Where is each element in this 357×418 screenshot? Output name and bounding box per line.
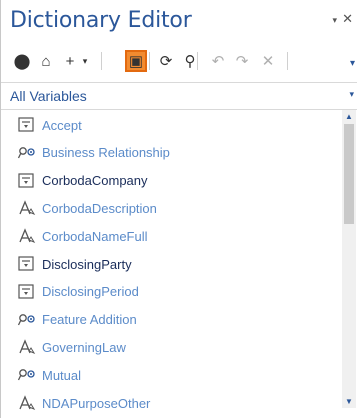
list-item-label: Accept xyxy=(42,117,82,133)
list-item-label: Mutual xyxy=(42,367,82,383)
list-item-label: CorbodaDescription xyxy=(42,200,157,216)
pane-options-icon[interactable]: ▾ xyxy=(332,15,337,26)
pane-titlebar: Dictionary Editor ▾ ✕ xyxy=(1,0,357,46)
toolbar-overflow-icon[interactable]: ▾ xyxy=(350,58,355,69)
list-item[interactable]: CorbodaCompany xyxy=(16,170,148,192)
list-item-label: DisclosingPeriod xyxy=(42,284,139,300)
variable-list: Accept Business Relationship CorbodaCompan… xyxy=(1,110,341,418)
variable-filter-value: All Variables xyxy=(10,88,87,104)
list-item-label: CorbodaNameFull xyxy=(42,228,148,244)
toolbar: ⬤ ⌂ + ▾ ▣ ⟳ ⚲ ↶ ↷ ✕ xyxy=(9,48,349,74)
list-item[interactable]: CorbodaNameFull xyxy=(16,225,148,247)
list-item[interactable]: CorbodaDescription xyxy=(16,197,157,219)
close-icon[interactable]: ✕ xyxy=(342,11,353,27)
choice-variable-icon xyxy=(16,282,38,302)
redo-icon[interactable]: ↷ xyxy=(231,50,253,72)
chevron-down-icon[interactable]: ▾ xyxy=(349,89,354,100)
list-item[interactable]: Business Relationship xyxy=(16,142,170,164)
list-item[interactable]: GoverningLaw xyxy=(16,336,126,358)
list-item-label: CorbodaCompany xyxy=(42,173,148,189)
toolbar-separator xyxy=(197,52,198,70)
add-dropdown-icon[interactable]: ▾ xyxy=(79,50,91,72)
toolbar-separator xyxy=(149,52,150,70)
list-item-label: NDAPurposeOther xyxy=(42,395,151,411)
list-item-label: GoverningLaw xyxy=(42,339,126,355)
add-icon[interactable]: + xyxy=(59,50,81,72)
list-item-label: Business Relationship xyxy=(42,145,170,161)
scroll-up-icon[interactable]: ▲ xyxy=(345,112,353,121)
list-item[interactable]: Accept xyxy=(16,114,82,136)
dictionary-editor-pane: Dictionary Editor ▾ ✕ ⬤ ⌂ + ▾ ▣ ⟳ ⚲ ↶ ↷ ✕ ▾ All V… xyxy=(0,0,357,418)
list-item[interactable]: Mutual xyxy=(16,364,81,386)
toolbar-separator xyxy=(101,52,102,70)
undo-icon[interactable]: ↶ xyxy=(207,50,229,72)
text-variable-icon xyxy=(16,393,38,413)
pane-title: Dictionary Editor xyxy=(10,8,192,33)
delete-icon[interactable]: ✕ xyxy=(257,50,279,72)
multi-select-variable-icon xyxy=(16,310,38,330)
vertical-scrollbar[interactable]: ▲ ▼ xyxy=(342,110,356,408)
choice-variable-icon xyxy=(16,115,38,135)
choice-variable-icon xyxy=(16,254,38,274)
scroll-down-icon[interactable]: ▼ xyxy=(345,397,353,406)
scrollbar-thumb[interactable] xyxy=(344,124,354,224)
list-item[interactable]: DisclosingPeriod xyxy=(16,281,139,303)
multi-select-variable-icon xyxy=(16,365,38,385)
refresh-icon[interactable]: ⟳ xyxy=(155,50,177,72)
variable-filter-dropdown[interactable]: All Variables ▾ xyxy=(1,82,357,110)
panel-toggle-icon[interactable]: ▣ xyxy=(125,50,147,72)
list-item-label: DisclosingParty xyxy=(42,256,132,272)
text-variable-icon xyxy=(16,226,38,246)
list-item[interactable]: Feature Addition xyxy=(16,309,137,331)
go-back-icon[interactable]: ⬤ xyxy=(11,50,33,72)
list-item[interactable]: NDAPurposeOther xyxy=(16,392,150,414)
multi-select-variable-icon xyxy=(16,143,38,163)
choice-variable-icon xyxy=(16,171,38,191)
toolbar-separator xyxy=(287,52,288,70)
list-item[interactable]: DisclosingParty xyxy=(16,253,132,275)
home-icon[interactable]: ⌂ xyxy=(35,50,57,72)
list-item-label: Feature Addition xyxy=(42,312,137,328)
text-variable-icon xyxy=(16,337,38,357)
text-variable-icon xyxy=(16,198,38,218)
